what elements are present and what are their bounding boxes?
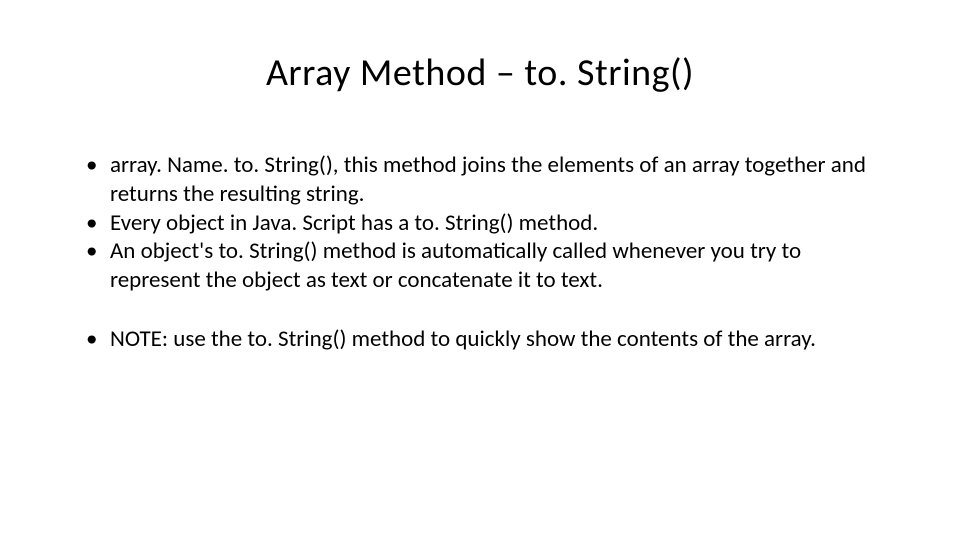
bullet-item: array. Name. to. String(), this method j… <box>80 151 880 209</box>
slide-container: Array Method – to. String() array. Name.… <box>0 0 960 540</box>
slide-content: array. Name. to. String(), this method j… <box>80 151 880 354</box>
bullet-text: NOTE: use the to. String() method to qui… <box>110 325 880 354</box>
bullet-text: array. Name. to. String(), this method j… <box>110 151 880 209</box>
bullet-text: An object's to. String() method is autom… <box>110 237 880 295</box>
bullet-item: Every object in Java. Script has a to. S… <box>80 209 880 238</box>
bullet-item-note: NOTE: use the to. String() method to qui… <box>80 325 880 354</box>
slide-title: Array Method – to. String() <box>80 50 880 96</box>
spacer <box>80 295 880 325</box>
bullet-text: Every object in Java. Script has a to. S… <box>110 209 880 238</box>
bullet-item: An object's to. String() method is autom… <box>80 237 880 295</box>
